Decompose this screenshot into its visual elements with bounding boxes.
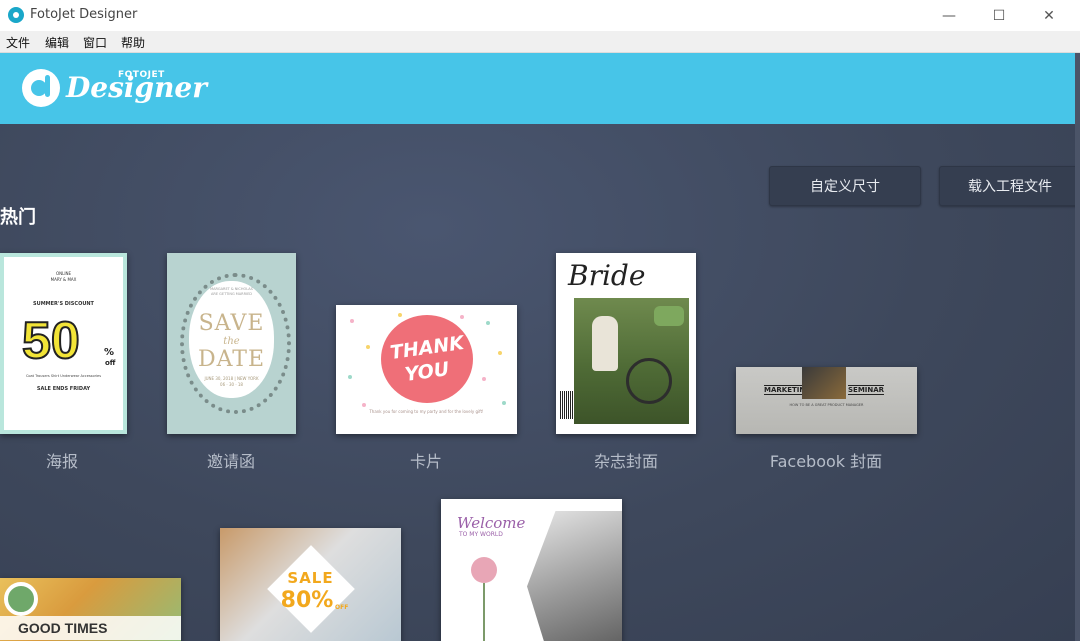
minimize-button[interactable]: — <box>926 0 972 31</box>
poster-big-number: 50 <box>21 311 81 371</box>
custom-size-button[interactable]: 自定义尺寸 <box>769 166 921 206</box>
maximize-button[interactable]: ☐ <box>976 0 1022 31</box>
magazine-photo <box>574 298 689 424</box>
invite-the: the <box>223 336 240 347</box>
template-card-poster[interactable]: ONLINE MARY & MAX SUMMER'S DISCOUNT 50 %… <box>0 253 127 434</box>
load-project-button[interactable]: 载入工程文件 <box>939 166 1075 206</box>
template-card-invitation[interactable]: MARGARET & NICHOLAS ARE GETTING MARRIED … <box>167 253 296 434</box>
fb-pencil-hand <box>802 367 846 399</box>
close-button[interactable]: ✕ <box>1026 0 1072 31</box>
template-card-welcome[interactable]: Welcome TO MY WORLD <box>441 499 622 641</box>
template-label-magazine: 杂志封面 <box>593 452 658 471</box>
menu-file[interactable]: 文件 <box>6 34 30 51</box>
fb-right-text: SEMINAR <box>848 385 885 395</box>
menu-bar: 文件 编辑 窗口 帮助 <box>0 31 1080 53</box>
sale-text: SALE <box>287 569 334 587</box>
scrollbar[interactable] <box>1075 53 1080 641</box>
menu-window[interactable]: 窗口 <box>83 34 107 51</box>
poster-off: off <box>105 359 116 367</box>
invite-names: MARGARET & NICHOLAS <box>210 287 253 291</box>
template-label-poster: 海报 <box>45 452 78 471</box>
invite-save: SAVE <box>198 311 265 336</box>
invite-names-sub: ARE GETTING MARRIED <box>211 292 252 296</box>
menu-edit[interactable]: 编辑 <box>45 34 69 51</box>
flower-decoration <box>471 557 497 583</box>
title-bar: FotoJet Designer — ☐ ✕ <box>0 0 1080 31</box>
poster-headline: SUMMER'S DISCOUNT <box>33 301 94 307</box>
section-title: 热门 <box>0 207 36 228</box>
template-card-facebook[interactable]: MARKETING SEMINAR HOW TO BE A GREAT PROD… <box>736 367 917 434</box>
welcome-text: Welcome <box>457 514 526 532</box>
fb-sub-text: HOW TO BE A GREAT PRODUCT MANAGER <box>789 403 864 407</box>
app-header: Designer FOTOJET <box>0 53 1075 124</box>
app-icon <box>8 7 24 23</box>
good-times-text: GOOD TIMES <box>18 620 108 636</box>
logo-brand: FOTOJET <box>118 70 165 80</box>
invite-when: JUNE 30, 2018 | NEW YORK <box>204 376 259 381</box>
menu-help[interactable]: 帮助 <box>121 34 145 51</box>
template-label-card: 卡片 <box>409 452 442 471</box>
poster-line2: MARY & MAX <box>50 277 77 282</box>
template-card-good-times[interactable]: GOOD TIMES <box>0 578 181 641</box>
magazine-title: Bride <box>568 259 646 292</box>
poster-percent: % <box>104 347 115 358</box>
barcode <box>560 391 574 419</box>
invite-date: DATE <box>197 347 266 372</box>
welcome-sub: TO MY WORLD <box>459 531 503 538</box>
template-card-magazine[interactable]: Bride <box>556 253 696 434</box>
sale-off: OFF <box>335 604 349 611</box>
poster-footer: SALE ENDS FRIDAY <box>36 386 91 392</box>
window-title: FotoJet Designer <box>30 7 138 22</box>
logo-icon <box>22 69 60 107</box>
card-message: Thank you for coming to my party and for… <box>369 409 484 414</box>
invite-digits: 06 · 30 · 18 <box>220 382 243 387</box>
poster-line1: ONLINE <box>55 271 72 276</box>
template-card-sale[interactable]: SALE 80% OFF <box>220 528 401 641</box>
template-card-card[interactable]: THANK YOU Thank you for coming to my par… <box>336 305 517 434</box>
poster-categories: Coat Trousers Shirt Underwear Accessorie… <box>25 374 102 378</box>
template-label-facebook: Facebook 封面 <box>769 452 883 471</box>
template-gallery: 自定义尺寸 载入工程文件 热门 ONLINE MARY & MAX SUMMER… <box>0 124 1075 641</box>
sale-percent: 80% <box>280 588 334 613</box>
portrait-photo <box>527 511 622 641</box>
template-label-invitation: 邀请函 <box>206 452 255 471</box>
